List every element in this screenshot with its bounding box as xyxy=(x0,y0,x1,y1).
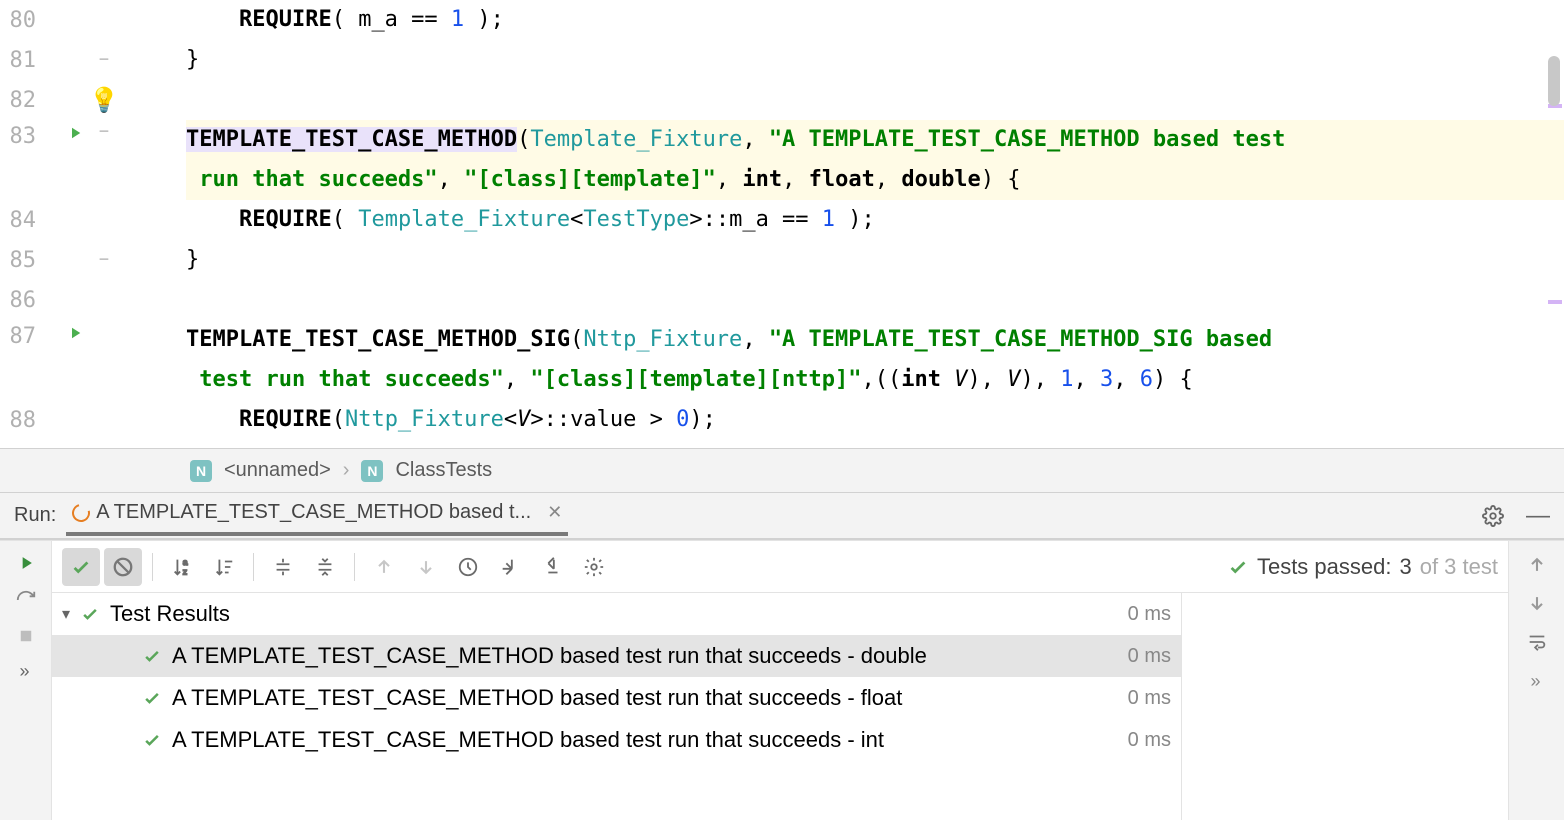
prev-test-icon[interactable] xyxy=(365,548,403,586)
fold-icon[interactable]: ─ xyxy=(92,52,116,68)
arrow-down-icon[interactable] xyxy=(1527,593,1547,613)
check-icon xyxy=(142,688,162,708)
chevron-down-icon[interactable]: ▾ xyxy=(62,604,70,624)
toggle-auto-test-icon[interactable] xyxy=(15,589,37,611)
next-test-icon[interactable] xyxy=(407,548,445,586)
test-filter-toolbar: az xyxy=(52,541,1508,593)
run-config-title: A TEMPLATE_TEST_CASE_METHOD based t... xyxy=(96,501,531,524)
code-line[interactable]: REQUIRE( m_a == 1 ); xyxy=(186,0,1564,40)
run-tool-header: Run: A TEMPLATE_TEST_CASE_METHOD based t… xyxy=(0,492,1564,540)
run-tool-window: » az xyxy=(0,540,1564,820)
test-history-icon[interactable] xyxy=(449,548,487,586)
import-tests-icon[interactable] xyxy=(491,548,529,586)
tests-passed-label: Tests passed: 3 of 3 test xyxy=(1227,554,1498,580)
minimize-icon[interactable]: — xyxy=(1526,502,1550,530)
code-line[interactable] xyxy=(186,80,1564,120)
test-result-row[interactable]: A TEMPLATE_TEST_CASE_METHOD based test r… xyxy=(52,719,1181,761)
soft-wrap-icon[interactable] xyxy=(1526,631,1548,653)
test-result-label: A TEMPLATE_TEST_CASE_METHOD based test r… xyxy=(172,685,902,711)
check-icon xyxy=(1227,556,1249,578)
gear-icon[interactable] xyxy=(1482,505,1504,527)
scroll-thumb[interactable] xyxy=(1548,56,1560,106)
editor-gutter: 8081─82💡83─8485─868788 xyxy=(0,0,180,448)
check-icon xyxy=(80,604,100,624)
test-tree-root[interactable]: ▾ Test Results 0 ms xyxy=(52,593,1181,635)
test-time: 0 ms xyxy=(1128,687,1171,710)
close-icon[interactable]: ✕ xyxy=(537,502,562,523)
code-area[interactable]: REQUIRE( m_a == 1 );} TEMPLATE_TEST_CASE_… xyxy=(180,0,1564,448)
collapse-all-icon[interactable] xyxy=(306,548,344,586)
show-passed-button[interactable] xyxy=(62,548,100,586)
check-icon xyxy=(142,646,162,666)
lightbulb-icon[interactable]: 💡 xyxy=(89,86,119,114)
run-left-toolbar: » xyxy=(0,541,52,820)
svg-text:a: a xyxy=(183,558,188,567)
fold-icon[interactable]: ─ xyxy=(92,252,116,268)
scroll-marker xyxy=(1548,300,1562,304)
code-editor[interactable]: 8081─82💡83─8485─868788 REQUIRE( m_a == 1… xyxy=(0,0,1564,448)
code-line[interactable]: } xyxy=(186,40,1564,80)
test-tree[interactable]: ▾ Test Results 0 ms A TEMPLATE_TEST_CASE… xyxy=(52,593,1182,820)
more-icon[interactable]: » xyxy=(1530,671,1542,692)
console-right-toolbar: » xyxy=(1508,541,1564,820)
check-icon xyxy=(142,730,162,750)
test-result-row[interactable]: A TEMPLATE_TEST_CASE_METHOD based test r… xyxy=(52,677,1181,719)
more-icon[interactable]: » xyxy=(19,661,31,682)
namespace-icon: N xyxy=(361,460,383,482)
test-console[interactable] xyxy=(1182,593,1508,820)
run-test-icon[interactable] xyxy=(58,124,92,142)
code-line[interactable]: REQUIRE( Template_Fixture<TestType>::m_a… xyxy=(186,200,1564,240)
export-tests-icon[interactable] xyxy=(533,548,571,586)
test-result-row[interactable]: A TEMPLATE_TEST_CASE_METHOD based test r… xyxy=(52,635,1181,677)
test-time: 0 ms xyxy=(1128,729,1171,752)
sort-duration-icon[interactable] xyxy=(205,548,243,586)
breadcrumb-separator: › xyxy=(343,459,350,482)
arrow-up-icon[interactable] xyxy=(1527,555,1547,575)
breadcrumb-item[interactable]: ClassTests xyxy=(395,459,492,482)
code-line[interactable]: } xyxy=(186,240,1564,280)
run-label: Run: xyxy=(14,504,56,527)
namespace-icon: N xyxy=(190,460,212,482)
run-config-tab[interactable]: A TEMPLATE_TEST_CASE_METHOD based t... ✕ xyxy=(66,495,568,536)
breadcrumb-item[interactable]: <unnamed> xyxy=(224,459,331,482)
code-line[interactable]: REQUIRE(Nttp_Fixture<V>::value > 0); xyxy=(186,400,1564,440)
test-time: 0 ms xyxy=(1128,603,1171,626)
rerun-icon[interactable] xyxy=(16,553,36,573)
test-result-label: A TEMPLATE_TEST_CASE_METHOD based test r… xyxy=(172,727,884,753)
code-line[interactable]: TEMPLATE_TEST_CASE_METHOD(Template_Fixtu… xyxy=(186,120,1564,200)
fold-icon[interactable]: ─ xyxy=(92,124,116,140)
code-line[interactable]: TEMPLATE_TEST_CASE_METHOD_SIG(Nttp_Fixtu… xyxy=(186,320,1564,400)
test-result-label: A TEMPLATE_TEST_CASE_METHOD based test r… xyxy=(172,643,927,669)
show-ignored-button[interactable] xyxy=(104,548,142,586)
svg-text:z: z xyxy=(183,567,187,576)
sort-alpha-icon[interactable]: az xyxy=(163,548,201,586)
breadcrumb: N <unnamed> › N ClassTests xyxy=(0,448,1564,492)
test-time: 0 ms xyxy=(1128,645,1171,668)
stop-icon[interactable] xyxy=(17,627,35,645)
expand-all-icon[interactable] xyxy=(264,548,302,586)
editor-scrollbar[interactable] xyxy=(1546,0,1562,448)
code-line[interactable] xyxy=(186,280,1564,320)
test-tree-root-label: Test Results xyxy=(110,601,230,627)
settings-icon[interactable] xyxy=(575,548,613,586)
run-test-icon[interactable] xyxy=(58,324,92,342)
test-config-icon xyxy=(72,504,90,522)
